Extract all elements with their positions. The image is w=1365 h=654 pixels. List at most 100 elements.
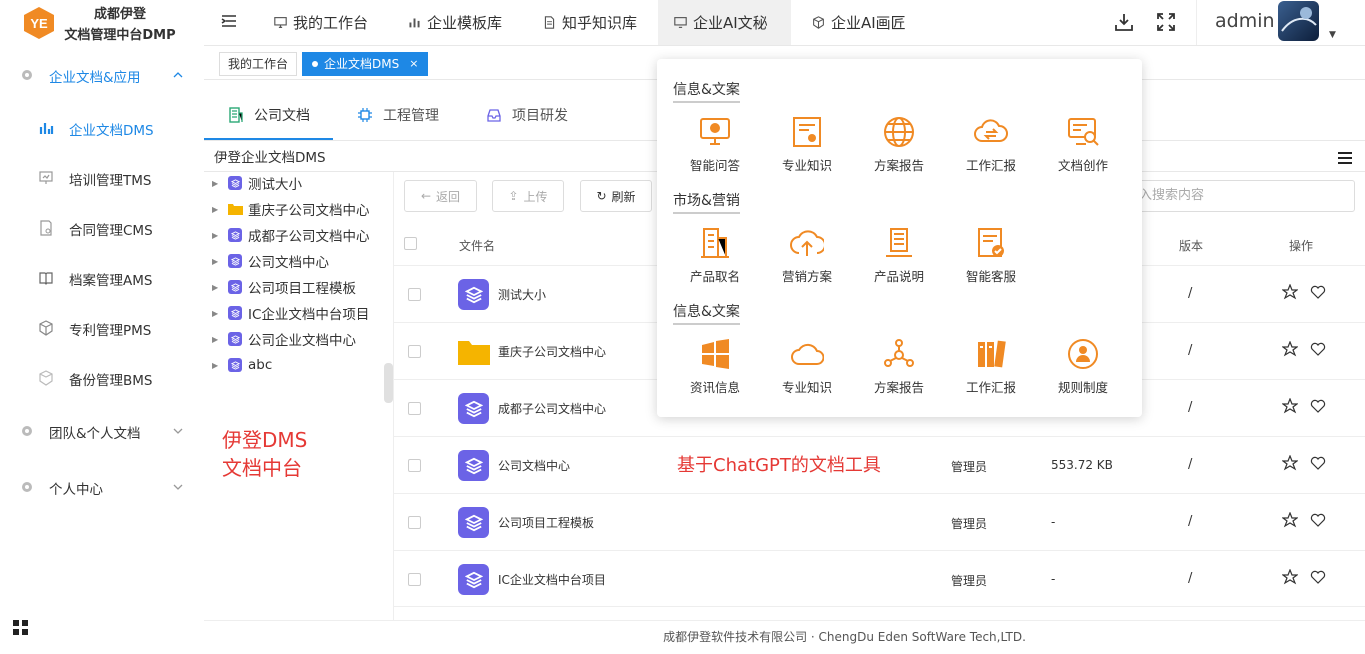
dropdown-item-worklog-2[interactable]: 工作汇报 [951,337,1031,397]
row-checkbox[interactable] [408,459,421,472]
list-menu-icon[interactable] [1337,151,1353,165]
caret-right-icon[interactable]: ▶ [212,231,222,240]
nav-label: 我的工作台 [293,13,369,32]
search-input[interactable]: 入搜索内容 [1128,180,1355,212]
caret-right-icon[interactable]: ▶ [212,283,222,292]
sidebar-group-enterprise[interactable]: 企业文档&应用 [0,55,204,95]
fullscreen-icon[interactable] [1156,12,1176,32]
tab-workbench[interactable]: 我的工作台 [219,52,298,76]
tree-node[interactable]: ▶ IC企业文档中台项目 [212,300,369,326]
dropdown-item-knowledge[interactable]: 专业知识 [767,115,847,175]
dropdown-item-knowledge-2[interactable]: 专业知识 [767,337,847,397]
heart-icon[interactable] [1310,398,1326,414]
app-logo[interactable]: YE 成都伊登 文档管理中台DMP [0,0,204,46]
caret-right-icon[interactable]: ▶ [212,257,222,266]
menu-toggle-icon[interactable] [221,13,237,29]
row-name[interactable]: IC企业文档中台项目 [498,571,606,588]
refresh-button[interactable]: ↻ 刷新 [580,180,652,212]
row-name[interactable]: 成都子公司文档中心 [498,400,606,417]
back-button[interactable]: ← 返回 [404,180,477,212]
tree-node[interactable]: ▶ 公司文档中心 [212,248,329,274]
dropdown-item-marketing[interactable]: 营销方案 [767,226,847,286]
download-icon[interactable] [1114,12,1134,32]
nav-knowledge[interactable]: 知乎知识库 [527,0,653,45]
sidebar-item-tms[interactable]: 培训管理TMS [0,158,204,198]
tab-company-docs[interactable]: 公司文档 [228,90,310,140]
cloud-upload-icon [790,230,824,256]
caret-right-icon[interactable]: ▶ [212,361,222,370]
caret-right-icon[interactable]: ▶ [212,309,222,318]
dropdown-item-service[interactable]: 智能客服 [951,226,1031,286]
sidebar-group-personal[interactable]: 个人中心 [0,467,204,507]
row-checkbox[interactable] [408,288,421,301]
sidebar-item-dms[interactable]: 企业文档DMS [0,108,204,148]
dropdown-item-naming[interactable]: 产品取名 [675,226,755,286]
caret-right-icon[interactable]: ▶ [212,205,222,214]
dropdown-item-qa[interactable]: 智能问答 [675,115,755,175]
column-header-version[interactable]: 版本 [1179,237,1203,254]
sidebar-item-ams[interactable]: 档案管理AMS [0,258,204,298]
heart-icon[interactable] [1310,341,1326,357]
sidebar-item-pms[interactable]: 专利管理PMS [0,308,204,348]
nav-ai-painter[interactable]: 企业AI画匠 [796,0,922,45]
row-checkbox[interactable] [408,345,421,358]
tree-node[interactable]: ▶ 公司项目工程模板 [212,274,356,300]
table-row[interactable]: IC企业文档中台项目 管理员 - / [394,550,1365,607]
tab-research[interactable]: 项目研发 [486,90,568,140]
avatar[interactable] [1278,1,1319,41]
close-icon[interactable]: × [409,52,418,76]
row-checkbox[interactable] [408,402,421,415]
row-name[interactable]: 重庆子公司文档中心 [498,343,606,360]
nav-workbench[interactable]: 我的工作台 [258,0,384,45]
row-name[interactable]: 公司项目工程模板 [498,514,594,531]
star-icon[interactable] [1282,398,1298,414]
tab-engineering[interactable]: 工程管理 [357,90,439,140]
dropdown-item-rules[interactable]: 规则制度 [1043,337,1123,397]
resize-handle[interactable] [384,363,393,403]
heart-icon[interactable] [1310,455,1326,471]
nav-ai-secretary[interactable]: 企业AI文秘 [658,0,791,45]
sidebar-group-team[interactable]: 团队&个人文档 [0,411,204,451]
heart-icon[interactable] [1310,512,1326,528]
row-checkbox[interactable] [408,516,421,529]
tab-label: 项目研发 [512,108,568,124]
select-all-checkbox[interactable] [404,237,417,250]
dropdown-item-report-2[interactable]: 方案报告 [859,337,939,397]
sidebar-item-cms[interactable]: 合同管理CMS [0,208,204,248]
tab-dms[interactable]: 企业文档DMS × [302,52,429,76]
dropdown-item-news[interactable]: 资讯信息 [675,337,755,397]
column-header-name[interactable]: 文件名 [459,237,495,254]
upload-button[interactable]: ⇪ 上传 [492,180,564,212]
dropdown-item-product-desc[interactable]: 产品说明 [859,226,939,286]
tree-node-label: IC企业文档中台项目 [248,307,370,323]
row-name[interactable]: 公司文档中心 [498,457,570,474]
star-icon[interactable] [1282,284,1298,300]
apps-grid-icon[interactable] [12,619,30,637]
row-name[interactable]: 测试大小 [498,286,546,303]
table-row[interactable]: 公司项目工程模板 管理员 - / [394,493,1365,550]
sidebar-item-bms[interactable]: 备份管理BMS [0,358,204,398]
star-icon[interactable] [1282,512,1298,528]
tree-node[interactable]: ▶ 测试大小 [212,170,302,196]
row-checkbox[interactable] [408,573,421,586]
tree-node[interactable]: ▶ abc [212,352,272,378]
heart-icon[interactable] [1310,569,1326,585]
nav-templates[interactable]: 企业模板库 [392,0,518,45]
caret-right-icon[interactable]: ▶ [212,179,222,188]
tree-node[interactable]: ▶ 重庆子公司文档中心 [212,196,370,222]
dropdown-item-report[interactable]: 方案报告 [859,115,939,175]
star-icon[interactable] [1282,455,1298,471]
svg-text:YE: YE [30,16,48,31]
user-name[interactable]: admin [1215,10,1275,32]
dropdown-item-writing[interactable]: 文档创作 [1043,115,1123,175]
star-icon[interactable] [1282,341,1298,357]
sidebar-item-label: 合同管理CMS [69,223,153,239]
chevron-up-icon [173,72,183,78]
star-icon[interactable] [1282,569,1298,585]
caret-right-icon[interactable]: ▶ [212,335,222,344]
chevron-down-icon[interactable]: ▼ [1329,30,1336,40]
heart-icon[interactable] [1310,284,1326,300]
tree-node[interactable]: ▶ 公司企业文档中心 [212,326,356,352]
tree-node[interactable]: ▶ 成都子公司文档中心 [212,222,370,248]
dropdown-item-worklog[interactable]: 工作汇报 [951,115,1031,175]
